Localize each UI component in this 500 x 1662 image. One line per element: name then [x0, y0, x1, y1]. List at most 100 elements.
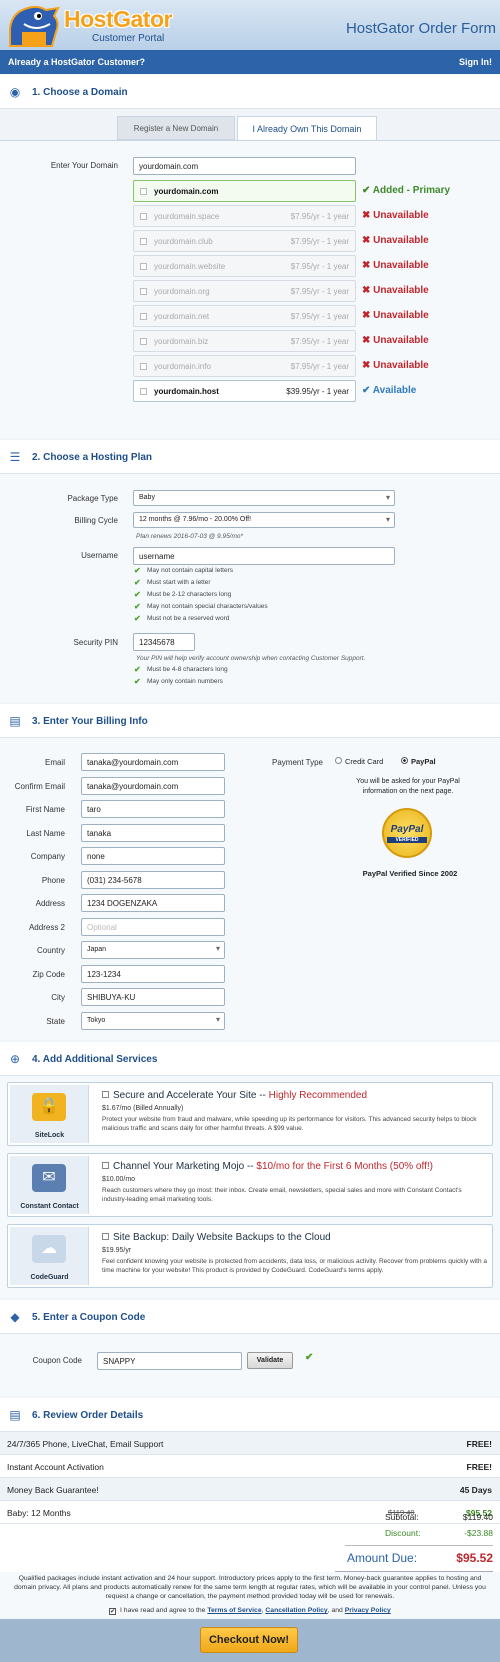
billing-cycle-select[interactable]: 12 months @ 7.96/mo - 20.00% Off!: [133, 512, 395, 528]
pin-input[interactable]: 12345678: [133, 633, 195, 651]
domain-name: yourdomain.com: [154, 187, 219, 196]
service-price: $10.00/mo: [102, 1176, 136, 1183]
subtotal-value: $119.40: [462, 1512, 493, 1522]
tab-own-domain[interactable]: I Already Own This Domain: [237, 116, 377, 140]
billing-confirm-email-field[interactable]: tanaka@yourdomain.com: [81, 776, 225, 795]
review-value: FREE!: [466, 1462, 493, 1472]
existing-customer-text: Already a HostGator Customer?: [8, 57, 146, 67]
globe-icon: ◉: [9, 85, 21, 99]
credit-card-option[interactable]: Credit Card: [335, 757, 383, 766]
domain-option-row[interactable]: yourdomain.website $7.95/yr - 1 year: [133, 255, 356, 277]
service-logo: 🔒 SiteLock: [10, 1085, 89, 1143]
section-title: 2. Choose a Hosting Plan: [32, 452, 153, 463]
domain-option-row[interactable]: yourdomain.space $7.95/yr - 1 year: [133, 205, 356, 227]
billing-cycle-label: Billing Cycle: [74, 516, 118, 525]
privacy-link[interactable]: Privacy Policy: [345, 1607, 391, 1614]
and-text: , and: [327, 1607, 343, 1614]
review-value: FREE!: [466, 1439, 493, 1449]
pin-label: Security PIN: [73, 638, 118, 647]
billing-label: Email: [44, 758, 65, 767]
billing-label: First Name: [25, 805, 65, 814]
username-input[interactable]: username: [133, 547, 395, 565]
tab-register-domain[interactable]: Register a New Domain: [117, 116, 235, 140]
checkout-button[interactable]: Checkout Now!: [200, 1627, 298, 1653]
rule-check-icon: ✔: [134, 677, 141, 686]
domain-status: ✔ Available: [362, 385, 417, 396]
billing-address-field[interactable]: 1234 DOGENZAKA: [81, 894, 225, 912]
service-checkbox[interactable]: [102, 1162, 109, 1169]
service-checkbox[interactable]: [102, 1233, 109, 1240]
amount-due-label: Amount Due:: [347, 1551, 418, 1565]
totals-divider: [345, 1545, 493, 1546]
domain-option-row[interactable]: yourdomain.com: [133, 180, 356, 202]
domain-name: yourdomain.info: [154, 362, 211, 371]
billing-address-2-field[interactable]: Optional: [81, 917, 225, 936]
domain-input[interactable]: yourdomain.com: [133, 157, 356, 175]
domain-checkbox[interactable]: [140, 388, 147, 395]
domain-price: $7.95/yr - 1 year: [290, 312, 349, 321]
service-logo: ☁ CodeGuard: [10, 1227, 89, 1285]
domain-option-row[interactable]: yourdomain.biz $7.95/yr - 1 year: [133, 330, 356, 352]
sign-in-link[interactable]: Sign In!: [459, 57, 492, 67]
service-description: Protect your website from fraud and malw…: [102, 1116, 477, 1132]
billing-last-name-field[interactable]: tanaka: [81, 823, 225, 842]
domain-option-row[interactable]: yourdomain.org $7.95/yr - 1 year: [133, 280, 356, 302]
domain-checkbox[interactable]: [140, 288, 147, 295]
service-card: ✉ Constant Contact Channel Your Marketing …: [7, 1153, 493, 1217]
billing-first-name-field[interactable]: taro: [81, 800, 225, 818]
billing-country-field[interactable]: Japan: [81, 941, 225, 959]
review-row: 24/7/365 Phone, LiveChat, Email Support F…: [0, 1432, 500, 1455]
domain-option-row[interactable]: yourdomain.club $7.95/yr - 1 year: [133, 230, 356, 252]
section-title: 6. Review Order Details: [32, 1410, 144, 1421]
service-logo-icon: 🔒: [32, 1093, 66, 1121]
pin-rule: May only contain numbers: [147, 678, 223, 685]
billing-phone-field[interactable]: (031) 234-5678: [81, 870, 225, 889]
totals-box: Subtotal: $119.40 Discount: -$23.88 Amou…: [335, 1508, 493, 1572]
domain-checkbox[interactable]: [140, 188, 147, 195]
service-title-highlight: Highly Recommended: [268, 1090, 368, 1101]
paypal-label: PayPal: [411, 757, 436, 766]
validate-button[interactable]: Validate: [247, 1352, 293, 1369]
domain-checkbox[interactable]: [140, 263, 147, 270]
billing-state-field[interactable]: Tokyo: [81, 1011, 225, 1030]
agree-checkbox[interactable]: ✔: [109, 1608, 117, 1615]
domain-status: ✖ Unavailable: [362, 260, 429, 271]
billing-company-field[interactable]: none: [81, 847, 225, 865]
package-select[interactable]: Baby: [133, 490, 395, 506]
domain-checkbox[interactable]: [140, 213, 147, 220]
domain-checkbox[interactable]: [140, 338, 147, 345]
rule-check-icon: ✔: [134, 566, 141, 575]
tos-link[interactable]: Terms of Service: [207, 1607, 261, 1614]
pin-rule: Must be 4-8 characters long: [147, 666, 228, 673]
coupon-label: Coupon Code: [32, 1356, 82, 1365]
username-rule: Must start with a letter: [147, 579, 211, 586]
billing-icon: ▤: [9, 714, 21, 728]
domain-checkbox[interactable]: [140, 313, 147, 320]
section-title: 4. Add Additional Services: [32, 1054, 158, 1065]
domain-label: Enter Your Domain: [50, 161, 118, 170]
service-title-text: Secure and Accelerate Your Site --: [113, 1090, 269, 1101]
service-logo: ✉ Constant Contact: [10, 1156, 89, 1214]
billing-zip-code-field[interactable]: 123-1234: [81, 964, 225, 983]
paypal-note: You will be asked for your PayPal inform…: [356, 778, 460, 795]
section-billing-header: ▤ 3. Enter Your Billing Info: [0, 704, 500, 738]
billing-email-field[interactable]: tanaka@yourdomain.com: [81, 753, 225, 771]
rule-check-icon: ✔: [134, 590, 141, 599]
review-item: Money Back Guarantee!: [7, 1485, 99, 1495]
billing-city-field[interactable]: SHIBUYA-KU: [81, 988, 225, 1006]
domain-checkbox[interactable]: [140, 238, 147, 245]
paypal-option[interactable]: PayPal: [401, 757, 436, 766]
payment-type-label: Payment Type: [272, 758, 323, 767]
domain-option-row[interactable]: yourdomain.net $7.95/yr - 1 year: [133, 305, 356, 327]
brand-logo-text: HostGator: [64, 6, 172, 32]
signin-bar: Already a HostGator Customer? Sign In!: [0, 50, 500, 74]
domain-option-row[interactable]: yourdomain.info $7.95/yr - 1 year: [133, 355, 356, 377]
service-checkbox[interactable]: [102, 1091, 109, 1098]
discount-label: Discount:: [385, 1528, 421, 1538]
coupon-input[interactable]: SNAPPY: [97, 1352, 242, 1370]
domain-checkbox[interactable]: [140, 363, 147, 370]
cancellation-link[interactable]: Cancellation Policy: [265, 1607, 327, 1614]
domain-option-row[interactable]: yourdomain.host $39.95/yr - 1 year: [133, 380, 356, 402]
billing-label: Phone: [41, 875, 65, 885]
domain-price: $7.95/yr - 1 year: [290, 337, 349, 346]
